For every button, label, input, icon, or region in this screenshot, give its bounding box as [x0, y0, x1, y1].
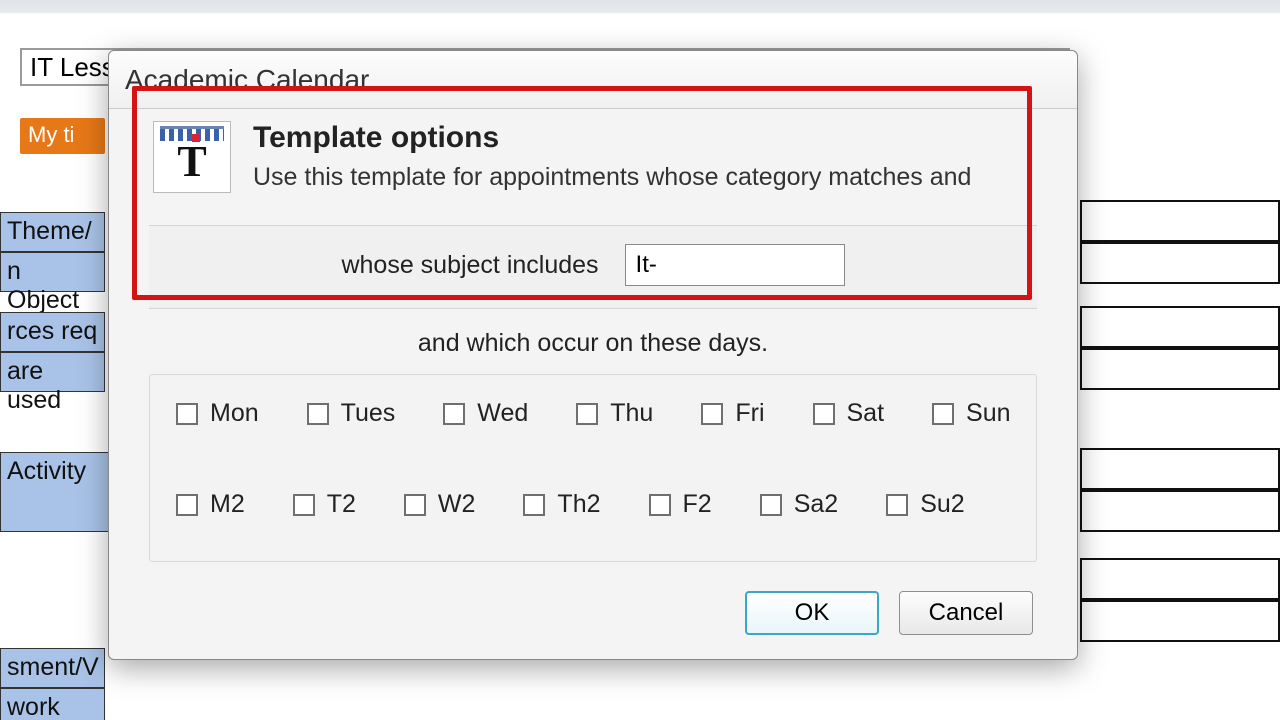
header-title: Template options	[253, 121, 971, 155]
cancel-button[interactable]: Cancel	[899, 591, 1033, 635]
checkbox[interactable]	[307, 403, 329, 425]
bg-cell	[1080, 490, 1280, 532]
day-th2[interactable]: Th2	[523, 490, 600, 519]
day-sa2[interactable]: Sa2	[760, 490, 838, 519]
day-label: Sa2	[794, 490, 838, 519]
checkbox[interactable]	[443, 403, 465, 425]
template-icon	[153, 121, 231, 193]
bg-cell	[1080, 348, 1280, 390]
day-label: Sat	[847, 399, 885, 428]
subject-row: whose subject includes	[149, 225, 1037, 309]
bg-cell	[1080, 448, 1280, 490]
bg-label: n Object	[0, 252, 105, 292]
bg-label: sment/V	[0, 648, 105, 688]
day-label: Sun	[966, 399, 1010, 428]
day-sat[interactable]: Sat	[813, 399, 885, 428]
checkbox[interactable]	[701, 403, 723, 425]
day-t2[interactable]: T2	[293, 490, 356, 519]
day-thu[interactable]: Thu	[576, 399, 653, 428]
day-label: Fri	[735, 399, 764, 428]
day-label: W2	[438, 490, 476, 519]
day-label: F2	[683, 490, 712, 519]
checkbox[interactable]	[649, 494, 671, 516]
days-panel: Mon Tues Wed Thu Fri Sat Sun M2 T2 W2 Th…	[149, 374, 1037, 562]
bg-label: are used	[0, 352, 105, 392]
day-label: Thu	[610, 399, 653, 428]
day-fri[interactable]: Fri	[701, 399, 764, 428]
bg-cell	[1080, 242, 1280, 284]
days-row-1: Mon Tues Wed Thu Fri Sat Sun	[176, 399, 1010, 428]
bg-cell	[1080, 200, 1280, 242]
day-w2[interactable]: W2	[404, 490, 476, 519]
days-caption: and which occur on these days.	[149, 329, 1037, 358]
day-sun[interactable]: Sun	[932, 399, 1010, 428]
day-label: Th2	[557, 490, 600, 519]
day-m2[interactable]: M2	[176, 490, 245, 519]
checkbox[interactable]	[886, 494, 908, 516]
day-label: M2	[210, 490, 245, 519]
checkbox[interactable]	[760, 494, 782, 516]
subject-input[interactable]	[625, 244, 845, 286]
bg-label: work	[0, 688, 105, 720]
dialog-template-options: Academic Calendar Template options Use t…	[108, 50, 1078, 660]
checkbox[interactable]	[576, 403, 598, 425]
day-su2[interactable]: Su2	[886, 490, 964, 519]
bg-cell	[1080, 600, 1280, 642]
subject-label: whose subject includes	[341, 251, 598, 280]
header-desc: Use this template for appointments whose…	[253, 163, 971, 192]
checkbox[interactable]	[176, 494, 198, 516]
checkbox[interactable]	[404, 494, 426, 516]
days-row-2: M2 T2 W2 Th2 F2 Sa2 Su2	[176, 490, 1010, 519]
checkbox[interactable]	[176, 403, 198, 425]
background-tab[interactable]: My ti	[20, 118, 105, 154]
dialog-title: Academic Calendar	[125, 64, 369, 96]
day-label: Tues	[341, 399, 396, 428]
day-tue[interactable]: Tues	[307, 399, 396, 428]
bg-label: rces req	[0, 312, 105, 352]
day-wed[interactable]: Wed	[443, 399, 528, 428]
bg-cell	[1080, 558, 1280, 600]
day-label: Wed	[477, 399, 528, 428]
day-mon[interactable]: Mon	[176, 399, 259, 428]
day-label: Mon	[210, 399, 259, 428]
day-label: Su2	[920, 490, 964, 519]
checkbox[interactable]	[523, 494, 545, 516]
dialog-titlebar[interactable]: Academic Calendar	[109, 51, 1077, 109]
day-label: T2	[327, 490, 356, 519]
checkbox[interactable]	[932, 403, 954, 425]
day-f2[interactable]: F2	[649, 490, 712, 519]
bg-label: Theme/	[0, 212, 105, 252]
bg-cell	[1080, 306, 1280, 348]
checkbox[interactable]	[293, 494, 315, 516]
checkbox[interactable]	[813, 403, 835, 425]
ok-button[interactable]: OK	[745, 591, 879, 635]
